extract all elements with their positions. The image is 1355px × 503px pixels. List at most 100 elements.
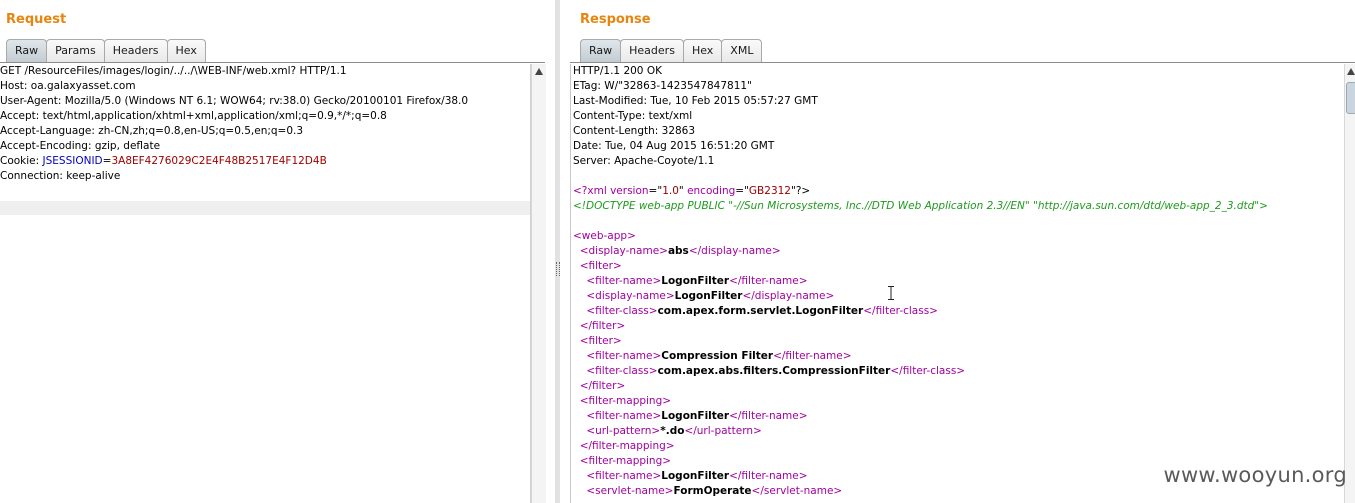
response-scrollbar[interactable]: [1344, 64, 1355, 503]
text-segment: </filter>: [579, 320, 626, 332]
text-segment: =": [735, 185, 749, 197]
text-line: Content-Length: 32863: [571, 124, 1345, 139]
text-segment: ": [678, 185, 688, 197]
text-segment: [573, 425, 586, 437]
text-segment: <filter-name>: [586, 410, 662, 422]
tab-raw[interactable]: Raw: [580, 39, 622, 62]
text-segment: User-Agent: Mozilla/5.0 (Windows NT 6.1;…: [0, 95, 469, 107]
text-line: <filter-name>LogonFilter</filter-name>: [571, 409, 1345, 424]
watermark: www.wooyun.org: [1163, 463, 1347, 487]
text-segment: Cookie:: [0, 155, 43, 167]
splitter-bar[interactable]: [555, 0, 560, 503]
text-line: Last-Modified: Tue, 10 Feb 2015 05:57:27…: [571, 94, 1345, 109]
text-segment: </filter-mapping>: [579, 440, 675, 452]
response-pane: Response Raw Headers Hex XML HTTP/1.1 20…: [566, 0, 1355, 503]
text-segment: Server: Apache-Coyote/1.1: [573, 155, 715, 167]
text-line: Server: Apache-Coyote/1.1: [571, 154, 1345, 169]
response-title: Response: [580, 12, 651, 27]
text-segment: [573, 275, 586, 287]
splitter-grip-icon[interactable]: [556, 262, 560, 276]
text-segment: </filter-name>: [773, 350, 852, 362]
text-segment: [573, 290, 586, 302]
text-line: Cookie: JSESSIONID=3A8EF4276029C2E4F48B2…: [0, 154, 530, 169]
tab-headers[interactable]: Headers: [103, 39, 168, 62]
request-pane: Request Raw Params Headers Hex GET /Reso…: [0, 0, 548, 503]
text-segment: "?>: [790, 185, 811, 197]
tab-params[interactable]: Params: [46, 39, 105, 62]
response-text-editor[interactable]: HTTP/1.1 200 OK ETag: W/"32863-1423547847…: [570, 64, 1345, 503]
text-line: [571, 169, 1345, 184]
text-segment: LogonFilter: [674, 290, 743, 302]
text-line: User-Agent: Mozilla/5.0 (Windows NT 6.1;…: [0, 94, 530, 109]
text-segment: encoding: [687, 185, 736, 197]
text-segment: Accept: text/html,application/xhtml+xml,…: [0, 110, 387, 122]
tab-xml[interactable]: XML: [721, 39, 763, 62]
text-segment: LogonFilter: [661, 470, 730, 482]
text-segment: Last-Modified: Tue, 10 Feb 2015 05:57:27…: [573, 95, 818, 107]
text-segment: ETag: W/"32863-1423547847811": [573, 80, 752, 92]
text-segment: <display-name>: [579, 245, 668, 257]
text-line: <filter>: [571, 334, 1345, 349]
text-segment: [573, 350, 586, 362]
text-segment: </filter-name>: [729, 470, 808, 482]
text-segment: [573, 335, 580, 347]
text-segment: Accept-Language: zh-CN,zh;q=0.8,en-US;q=…: [0, 125, 304, 137]
text-segment: LogonFilter: [661, 275, 730, 287]
text-segment: </filter-class>: [890, 365, 966, 377]
text-line: <filter>: [571, 259, 1345, 274]
arrow-up-icon[interactable]: [1347, 68, 1355, 75]
text-line: <display-name>abs</display-name>: [571, 244, 1345, 259]
text-line: </filter>: [571, 319, 1345, 334]
text-segment: <display-name>: [586, 290, 675, 302]
request-title: Request: [6, 12, 67, 27]
text-segment: <filter-name>: [586, 350, 662, 362]
text-segment: <web-app>: [573, 230, 636, 242]
text-segment: com.apex.abs.filters.CompressionFilter: [657, 365, 891, 377]
text-segment: JSESSIONID: [42, 155, 103, 167]
text-segment: </filter-class>: [863, 305, 938, 317]
text-segment: [573, 320, 580, 332]
text-segment: <filter-mapping>: [579, 455, 672, 467]
text-segment: HTTP/1.1 200 OK: [573, 65, 662, 77]
text-line: <filter-name>LogonFilter</filter-name>: [571, 274, 1345, 289]
text-line: <filter-mapping>: [571, 394, 1345, 409]
text-segment: 3A8EF4276029C2E4F48B2517E4F12D4B: [111, 155, 327, 167]
tab-hex[interactable]: Hex: [166, 39, 206, 62]
text-segment: <filter-class>: [586, 365, 658, 377]
text-segment: version: [610, 185, 649, 197]
text-segment: <filter>: [579, 335, 622, 347]
request-scrollbar[interactable]: [531, 64, 546, 503]
scrollbar-thumb[interactable]: [1346, 82, 1355, 114]
tab-raw[interactable]: Raw: [6, 39, 48, 62]
text-line: Accept: text/html,application/xhtml+xml,…: [0, 109, 530, 124]
text-segment: [573, 440, 580, 452]
text-segment: GB2312: [748, 185, 791, 197]
arrow-up-icon[interactable]: [535, 68, 543, 75]
text-segment: =": [648, 185, 663, 197]
text-segment: GET /ResourceFiles/images/login/../../\W…: [0, 65, 347, 77]
text-segment: <url-pattern>: [586, 425, 661, 437]
text-line: ETag: W/"32863-1423547847811": [571, 79, 1345, 94]
text-segment: </display-name>: [742, 290, 835, 302]
text-line: [571, 214, 1345, 229]
tab-hex[interactable]: Hex: [682, 39, 723, 62]
text-segment: [573, 410, 586, 422]
text-segment: <filter-class>: [586, 305, 658, 317]
text-segment: <filter-name>: [586, 470, 662, 482]
request-text-editor[interactable]: GET /ResourceFiles/images/login/../../\W…: [0, 64, 531, 503]
tab-headers[interactable]: Headers: [620, 39, 684, 62]
text-segment: abs: [667, 245, 689, 257]
text-line: <url-pattern>*.do</url-pattern>: [571, 424, 1345, 439]
pane-splitter[interactable]: [549, 0, 565, 503]
text-segment: </url-pattern>: [684, 425, 762, 437]
text-segment: </filter>: [579, 380, 626, 392]
text-segment: [573, 470, 586, 482]
text-segment: [573, 260, 580, 272]
text-segment: <filter-name>: [586, 275, 662, 287]
text-segment: </filter-name>: [729, 410, 808, 422]
text-segment: [573, 455, 580, 467]
text-line: <filter-class>com.apex.form.servlet.Logo…: [571, 304, 1345, 319]
text-line: Host: oa.galaxyasset.com: [0, 79, 530, 94]
text-line: <?xml version="1.0" encoding="GB2312"?>: [571, 184, 1345, 199]
text-line: <display-name>LogonFilter</display-name>: [571, 289, 1345, 304]
